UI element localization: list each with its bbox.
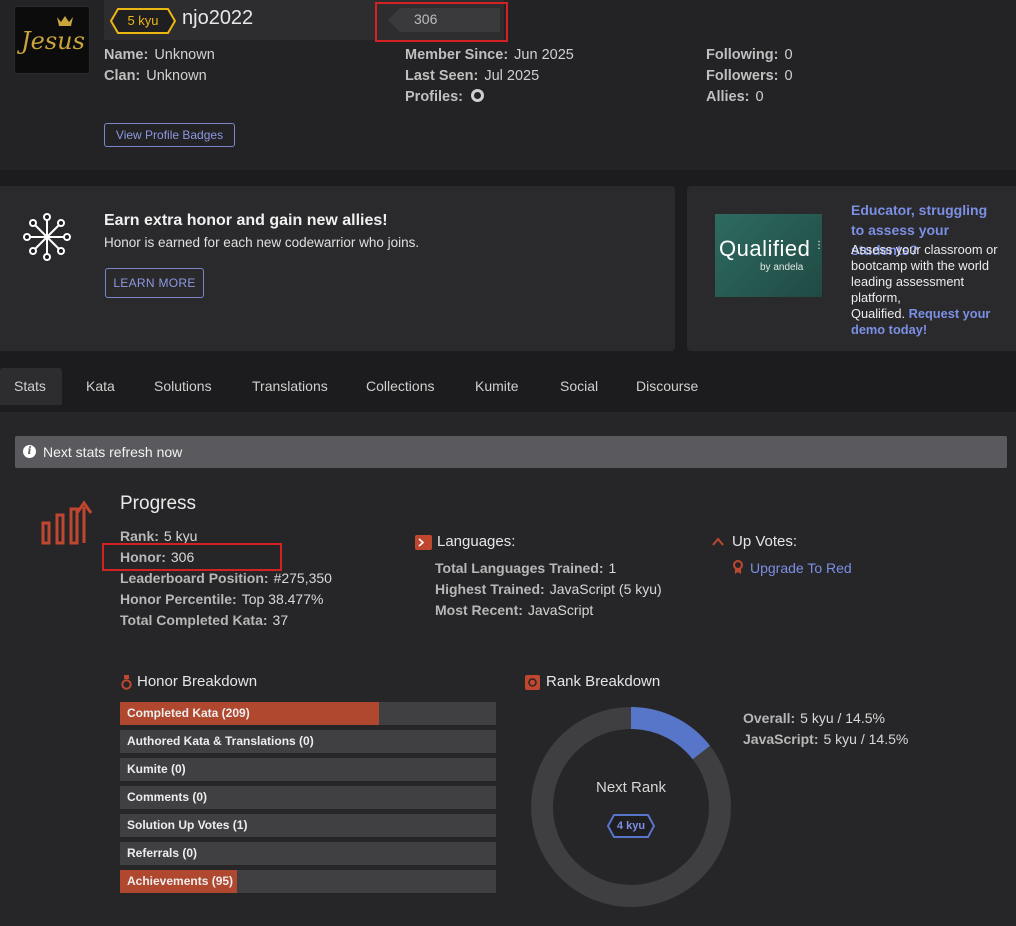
tab-collections[interactable]: Collections bbox=[366, 368, 434, 405]
info-icon: i bbox=[23, 445, 36, 458]
honor-breakdown-label: Achievements (95) bbox=[127, 874, 234, 888]
profile-header: Jesus 5 kyu njo2022 306 Name: Unknown Cla… bbox=[0, 0, 1016, 170]
avatar-text: Jesus bbox=[21, 27, 85, 55]
promo-title: Earn extra honor and gain new allies! bbox=[104, 212, 388, 229]
honor-breakdown-label: Solution Up Votes (1) bbox=[127, 818, 248, 832]
last-seen-field: Last Seen: Jul 2025 bbox=[405, 68, 540, 84]
progress-chart-icon bbox=[41, 500, 93, 545]
profile-tabs: Stats Kata Solutions Translations Collec… bbox=[0, 368, 1016, 406]
tab-translations[interactable]: Translations bbox=[252, 368, 328, 405]
github-icon[interactable] bbox=[471, 89, 485, 102]
terminal-icon bbox=[415, 535, 432, 550]
rank-progress-donut: Next Rank 4 kyu bbox=[531, 707, 731, 907]
referral-promo: Earn extra honor and gain new allies! Ho… bbox=[0, 186, 675, 351]
rank-stat: Rank: 5 kyu bbox=[120, 528, 198, 544]
username: njo2022 bbox=[182, 7, 254, 29]
tab-kumite[interactable]: Kumite bbox=[475, 368, 519, 405]
leaderboard-stat: Leaderboard Position: #275,350 bbox=[120, 570, 332, 586]
name-field: Name: Unknown bbox=[104, 47, 215, 63]
progress-title: Progress bbox=[120, 493, 197, 514]
upvotes-title: Up Votes: bbox=[732, 533, 798, 550]
view-profile-badges-button[interactable]: View Profile Badges bbox=[104, 123, 235, 147]
next-rank-badge: 4 kyu bbox=[606, 814, 656, 838]
promo-text: Honor is earned for each new codewarrior… bbox=[104, 235, 420, 250]
allies-field: Allies: 0 bbox=[706, 89, 764, 105]
learn-more-button[interactable]: LEARN MORE bbox=[105, 268, 204, 298]
honor-breakdown-bar: Comments (0) bbox=[120, 786, 496, 809]
tab-kata[interactable]: Kata bbox=[86, 368, 115, 405]
honor-breakdown-bar: Solution Up Votes (1) bbox=[120, 814, 496, 837]
honor-breakdown-label: Completed Kata (209) bbox=[127, 706, 250, 720]
percentile-stat: Honor Percentile: Top 38.477% bbox=[120, 591, 324, 607]
medal-icon bbox=[733, 560, 743, 574]
network-icon bbox=[23, 213, 71, 261]
honor-breakdown-bar: Referrals (0) bbox=[120, 842, 496, 865]
honor-breakdown-label: Referrals (0) bbox=[127, 846, 198, 860]
languages-total-stat: Total Languages Trained: 1 bbox=[435, 560, 617, 576]
languages-title: Languages: bbox=[437, 533, 516, 550]
javascript-rank-stat: JavaScript: 5 kyu / 14.5% bbox=[743, 731, 909, 747]
rank-breakdown-title: Rank Breakdown bbox=[546, 673, 661, 690]
chevron-up-icon bbox=[712, 537, 724, 546]
honor-breakdown-title: Honor Breakdown bbox=[137, 673, 258, 690]
medal-icon bbox=[121, 675, 132, 690]
qualified-ad: Qualified ⋮ by andela Educator, struggli… bbox=[687, 186, 1016, 351]
next-rank-label: Next Rank bbox=[595, 779, 667, 796]
honor-breakdown-label: Kumite (0) bbox=[127, 762, 186, 776]
highest-trained-stat: Highest Trained: JavaScript (5 kyu) bbox=[435, 581, 662, 597]
overall-rank-stat: Overall: 5 kyu / 14.5% bbox=[743, 710, 885, 726]
completed-kata-stat: Total Completed Kata: 37 bbox=[120, 612, 289, 628]
rank-badge: 5 kyu bbox=[110, 8, 176, 34]
tab-social[interactable]: Social bbox=[560, 368, 598, 405]
qualified-body: Assess your classroom or bootcamp with t… bbox=[851, 242, 998, 337]
tab-solutions[interactable]: Solutions bbox=[154, 368, 212, 405]
donut-progress-arc bbox=[630, 707, 711, 760]
most-recent-stat: Most Recent: JavaScript bbox=[435, 602, 594, 618]
profiles-field: Profiles: bbox=[405, 89, 485, 105]
target-icon bbox=[525, 675, 540, 690]
followers-field: Followers: 0 bbox=[706, 68, 793, 84]
honor-breakdown-bar: Completed Kata (209) bbox=[120, 702, 496, 725]
qualified-logo[interactable]: Qualified ⋮ by andela bbox=[715, 214, 824, 297]
honor-breakdown-bar: Kumite (0) bbox=[120, 758, 496, 781]
tab-discourse[interactable]: Discourse bbox=[636, 368, 698, 405]
honor-breakdown-label: Comments (0) bbox=[127, 790, 208, 804]
following-field: Following: 0 bbox=[706, 47, 793, 63]
member-since-field: Member Since: Jun 2025 bbox=[405, 47, 574, 63]
logo-dots-icon: ⋮ bbox=[814, 240, 824, 251]
tab-stats[interactable]: Stats bbox=[0, 368, 62, 405]
highlight-honor-tag bbox=[375, 2, 508, 42]
upgrade-to-red-link[interactable]: Upgrade To Red bbox=[750, 560, 852, 576]
honor-breakdown-bar: Achievements (95) bbox=[120, 870, 496, 893]
stats-refresh-notice: i Next stats refresh now bbox=[15, 436, 1007, 468]
clan-field: Clan: Unknown bbox=[104, 68, 207, 84]
honor-breakdown-label: Authored Kata & Translations (0) bbox=[127, 734, 314, 748]
avatar[interactable]: Jesus bbox=[14, 6, 90, 74]
honor-breakdown-bar: Authored Kata & Translations (0) bbox=[120, 730, 496, 753]
highlight-honor-stat bbox=[102, 543, 282, 571]
